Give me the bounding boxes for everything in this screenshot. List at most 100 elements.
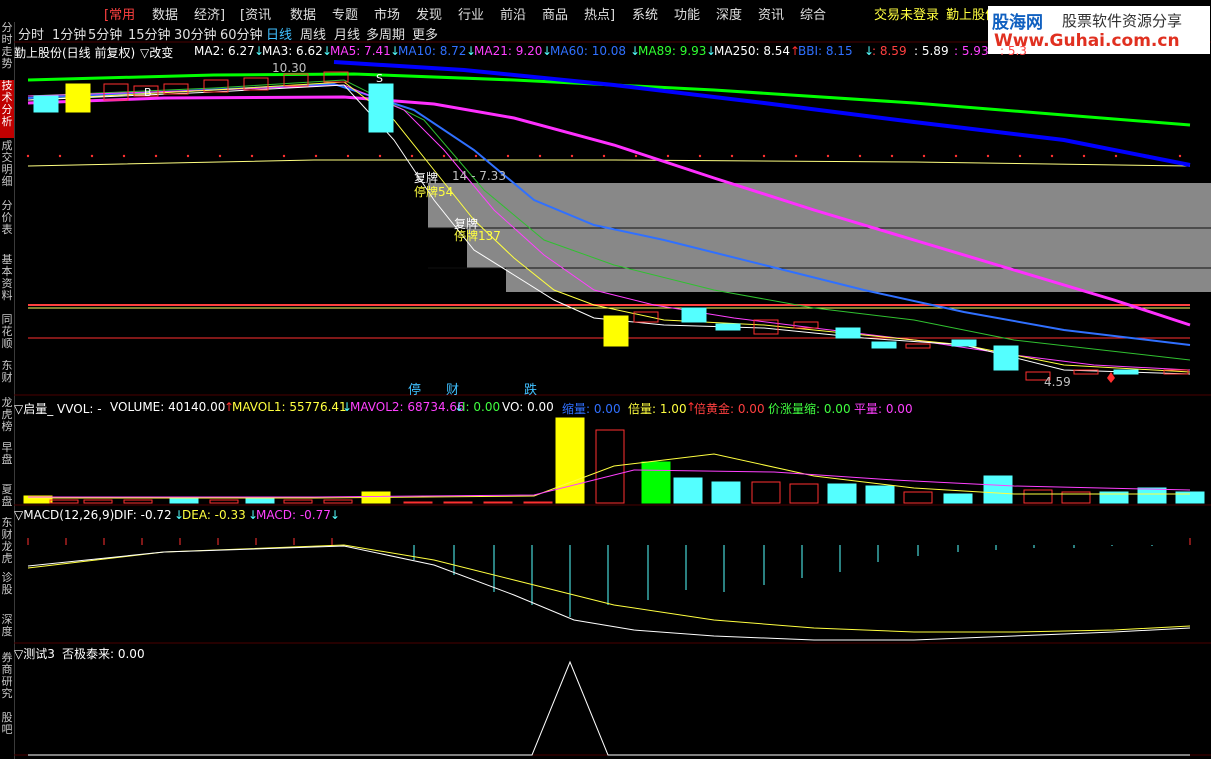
main-title-0: 勤上股份(日线 前复权) [14, 46, 136, 60]
candle [681, 307, 707, 323]
volume-bar [673, 477, 703, 504]
dotted-marker [26, 154, 30, 158]
dotted-marker [762, 154, 766, 158]
sidebar-item-6[interactable]: 东财 [0, 360, 14, 396]
vol-indicator-0: VOLUME: 40140.00 [110, 400, 226, 414]
sell-signal-label: S [376, 72, 383, 85]
sidebar-item-8[interactable]: 早盘 [0, 442, 14, 482]
volume-bar [751, 481, 781, 504]
dotted-marker [506, 154, 510, 158]
sidebar-item-4[interactable]: 基本资料 [0, 254, 14, 312]
sidebar-item-13[interactable]: 券商研究 [0, 652, 14, 710]
gap-zone-2 [467, 228, 1211, 268]
dotted-marker [378, 154, 382, 158]
ma-indicator-3: MA10: 8.72 [398, 44, 467, 58]
vol-title-0: ▽启量_ VVOL: - [14, 402, 102, 416]
dotted-marker [986, 154, 990, 158]
dotted-marker [794, 154, 798, 158]
dotted-marker [922, 154, 926, 158]
ma-indicator-0: MA2: 6.27 [194, 44, 255, 58]
volume-bar [943, 493, 973, 504]
ma-indicator-4: MA21: 9.20 [474, 44, 543, 58]
ma89-line [27, 72, 1191, 127]
dotted-marker [154, 154, 158, 158]
candle [993, 345, 1019, 371]
volume-bar [903, 491, 933, 504]
ma-indicator-11: : 5.93 [954, 44, 989, 58]
dotted-marker [634, 154, 638, 158]
ma-indicator-9: : 8.59 [872, 44, 907, 58]
volume-bar [523, 501, 553, 504]
sidebar-item-14[interactable]: 股吧 [0, 712, 14, 752]
dotted-marker [698, 154, 702, 158]
macd-indicator-2: MACD: -0.77 [256, 508, 331, 522]
sidebar-item-3[interactable]: 分价表 [0, 200, 14, 252]
volume-bar [169, 497, 199, 504]
dotted-marker [538, 154, 542, 158]
high-price-label: 10.30 [272, 61, 306, 75]
low-price-label: 4.59 [1044, 375, 1071, 389]
sidebar-item-7[interactable]: 龙虎榜 [0, 397, 14, 439]
dotted-marker [954, 154, 958, 158]
sidebar-item-12[interactable]: 深度 [0, 614, 14, 650]
ma-indicator-8: BBI: 8.15 [798, 44, 853, 58]
dotted-marker [250, 154, 254, 158]
dotted-marker [890, 154, 894, 158]
sidebar-item-11[interactable]: 诊股 [0, 572, 14, 612]
sidebar-item-2[interactable]: 成交明细 [0, 140, 14, 198]
dotted-marker [410, 154, 414, 158]
event-label-0: 停 [408, 382, 421, 398]
dotted-marker [826, 154, 830, 158]
candle [951, 339, 977, 347]
sidebar-item-5[interactable]: 同花顺 [0, 314, 14, 358]
dif-line [27, 545, 1191, 641]
vol-indicator-7: 倍黄金: 0.00 [694, 402, 765, 416]
logo-brand: 股海网 [992, 13, 1043, 33]
dotted-marker [730, 154, 734, 158]
dotted-marker [90, 154, 94, 158]
dotted-marker [1018, 154, 1022, 158]
volume-bar [827, 483, 857, 504]
stock-chart[interactable]: 10.304.5914 - 7.33复牌停牌54复牌停牌137BS停财跌 [14, 0, 1211, 759]
ma-indicator-2: MA5: 7.41 [330, 44, 391, 58]
volume-bar [403, 501, 433, 504]
candle [65, 83, 91, 113]
volume-bar [789, 483, 819, 504]
volume-bar [49, 499, 79, 504]
candle [905, 343, 931, 349]
macd-indicator-0: DIF: -0.72 [114, 508, 172, 522]
event-label-2: 跌 [524, 382, 537, 398]
gap-range-label: 14 - 7.33 [452, 169, 506, 183]
dotted-marker [1114, 154, 1118, 158]
suspend-label-2: 停牌137 [454, 228, 501, 243]
candle [368, 83, 394, 133]
ma-indicator-1: MA3: 6.62 [262, 44, 323, 58]
volume-bar [283, 499, 313, 504]
candle [633, 311, 659, 323]
candle [603, 315, 629, 347]
dotted-marker [442, 154, 446, 158]
signal-up-arrow-icon [1107, 378, 1115, 383]
candle [871, 341, 897, 349]
dotted-marker [282, 154, 286, 158]
dotted-marker [474, 154, 478, 158]
vol-indicator-2: MAVOL2: 68734.66 [350, 400, 465, 414]
resume-label-1: 复牌 [414, 171, 438, 185]
candle [1113, 369, 1139, 375]
volume-bar [83, 499, 113, 504]
vol-indicator-4: VO: 0.00 [502, 400, 554, 414]
volume-bar [711, 481, 741, 504]
macd-indicator-1: DEA: -0.33 [182, 508, 246, 522]
test-indicator-0: ▽测试3 [14, 647, 55, 661]
ma250-line [27, 159, 1191, 167]
volume-bar [865, 485, 895, 504]
volume-bar [323, 499, 353, 504]
macd-title-0: ▽MACD(12,26,9) [14, 508, 115, 522]
sidebar-item-9[interactable]: 夏盘 [0, 484, 14, 516]
dotted-marker [314, 154, 318, 158]
sidebar-item-10[interactable]: 东财龙虎 [0, 517, 14, 569]
buy-signal-label: B [144, 86, 152, 99]
vol-indicator-6: 倍量: 1.00 [628, 402, 687, 416]
sidebar-item-1[interactable]: 技术分析 [0, 80, 14, 138]
sidebar-item-0[interactable]: 分时走势 [0, 22, 14, 78]
